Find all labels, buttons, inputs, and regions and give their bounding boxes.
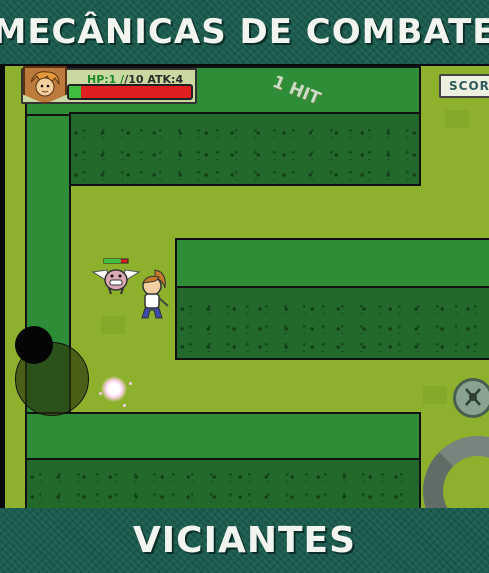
hedge-wall-bottom: [25, 412, 421, 462]
player-hero-icon: [141, 269, 169, 319]
stone-portal-icon: [423, 436, 489, 508]
grass-patch: [101, 316, 125, 334]
subtitle-text: VICIANTES: [132, 520, 357, 561]
hedge-wall-top-front: [69, 112, 421, 186]
attack-sparkle-effect: [101, 376, 127, 402]
title-text: MECÂNICAS DE COMBATE: [0, 12, 489, 52]
grass-patch: [423, 386, 447, 404]
subtitle-banner: VICIANTES: [0, 508, 489, 573]
sparkle-dot: [123, 404, 126, 407]
virtual-joystick-knob[interactable]: [15, 326, 53, 364]
skill-button[interactable]: [453, 378, 489, 418]
sparkle-dot: [129, 382, 132, 385]
hp-bar: [67, 84, 193, 100]
hedge-wall-bottom-front: [25, 458, 421, 508]
title-banner: MECÂNICAS DE COMBATE: [0, 0, 489, 64]
grass-patch: [445, 110, 469, 128]
hedge-wall-middle-front: [175, 286, 489, 360]
sparkle-dot: [99, 392, 102, 395]
hedge-wall-middle: [175, 238, 489, 290]
grass-field: HP:1 //10 ATK:4 1 HIT SCORE: [5, 66, 489, 508]
hp-bar-fill: [69, 86, 82, 98]
skill-button-icon: [465, 388, 481, 406]
score-panel: SCORE: [439, 74, 489, 98]
game-viewport[interactable]: HP:1 //10 ATK:4 1 HIT SCORE: [0, 64, 489, 508]
